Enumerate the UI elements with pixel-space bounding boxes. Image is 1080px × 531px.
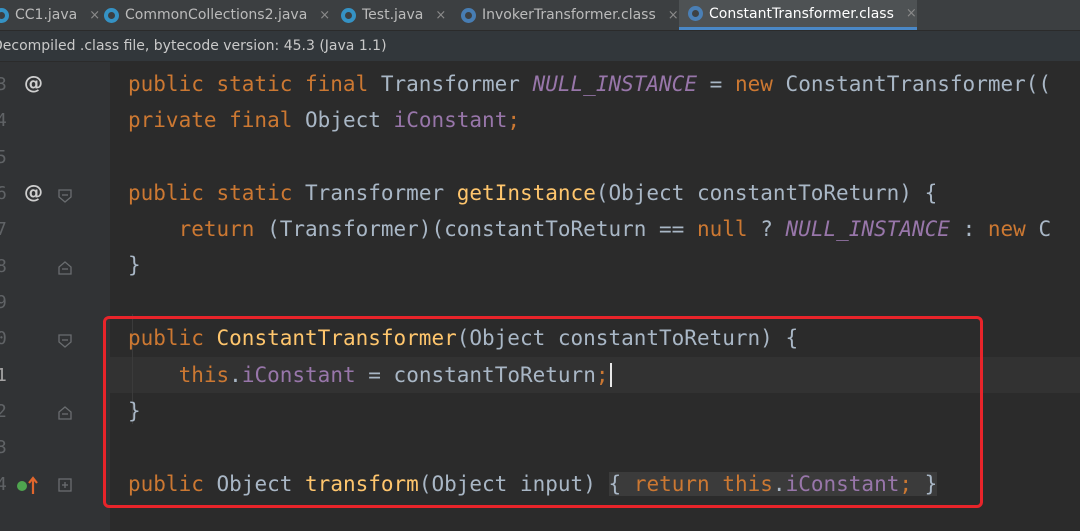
close-icon[interactable]: ×	[89, 8, 100, 23]
line-number-current: 1	[0, 365, 7, 386]
code-line: }	[128, 253, 141, 277]
tab-label: CC1.java	[15, 7, 78, 23]
line-number: 3	[0, 437, 7, 458]
fold-end-icon[interactable]	[58, 406, 72, 420]
override-marker-icon[interactable]: @	[24, 72, 43, 94]
line-number: 5	[0, 147, 7, 168]
line-number: 2	[0, 401, 7, 422]
editor-gutter: 3 4 5 6 7 8 9 0 1 2 3 4 @ @	[0, 62, 110, 531]
tab-test-java[interactable]: Test.java ×	[341, 0, 451, 30]
line-number: 8	[0, 256, 7, 277]
annotation-highlight-box	[103, 316, 983, 508]
line-number: 0	[0, 328, 7, 349]
tab-invokertransformer-class[interactable]: InvokerTransformer.class ×	[461, 0, 679, 30]
java-file-icon	[341, 7, 356, 23]
fold-collapse-icon[interactable]	[58, 334, 72, 348]
decompiled-info-bar: Decompiled .class file, bytecode version…	[0, 31, 1080, 62]
fold-collapse-icon[interactable]	[58, 189, 72, 203]
tab-constanttransformer-class[interactable]: ConstantTransformer.class ×	[679, 0, 917, 30]
class-file-icon	[461, 7, 476, 23]
fold-end-icon[interactable]	[58, 261, 72, 275]
implements-method-icon[interactable]	[14, 474, 40, 498]
line-number: 7	[0, 219, 7, 240]
close-icon[interactable]: ×	[319, 8, 330, 23]
editor-tab-bar: CC1.java × CommonCollections2.java × Tes…	[0, 0, 1080, 31]
class-file-icon	[688, 6, 703, 21]
fold-expand-icon[interactable]	[58, 478, 72, 492]
tab-cc1-java[interactable]: CC1.java ×	[0, 0, 100, 30]
line-number: 3	[0, 74, 7, 95]
tab-label: Test.java	[362, 7, 424, 23]
code-line: public static final Transformer NULL_INS…	[128, 72, 1052, 96]
java-file-icon	[0, 7, 9, 23]
tab-label: CommonCollections2.java	[125, 7, 308, 23]
tab-commoncollections2-java[interactable]: CommonCollections2.java ×	[104, 0, 330, 30]
line-number: 4	[0, 474, 7, 495]
close-icon[interactable]: ×	[668, 8, 679, 23]
close-icon[interactable]: ×	[435, 8, 446, 23]
code-line: return (Transformer)(constantToReturn ==…	[178, 217, 1052, 241]
override-marker-icon[interactable]: @	[24, 181, 43, 203]
code-line: public static Transformer getInstance(Ob…	[128, 181, 938, 205]
close-icon[interactable]: ×	[906, 6, 917, 21]
code-line: private final Object iConstant;	[128, 108, 520, 132]
line-number: 6	[0, 183, 7, 204]
tab-label: InvokerTransformer.class	[482, 7, 656, 23]
java-file-icon	[104, 7, 119, 23]
line-number: 4	[0, 110, 7, 131]
decompiled-info-text: Decompiled .class file, bytecode version…	[0, 38, 387, 54]
tab-label: ConstantTransformer.class	[709, 5, 894, 22]
line-number: 9	[0, 292, 7, 313]
